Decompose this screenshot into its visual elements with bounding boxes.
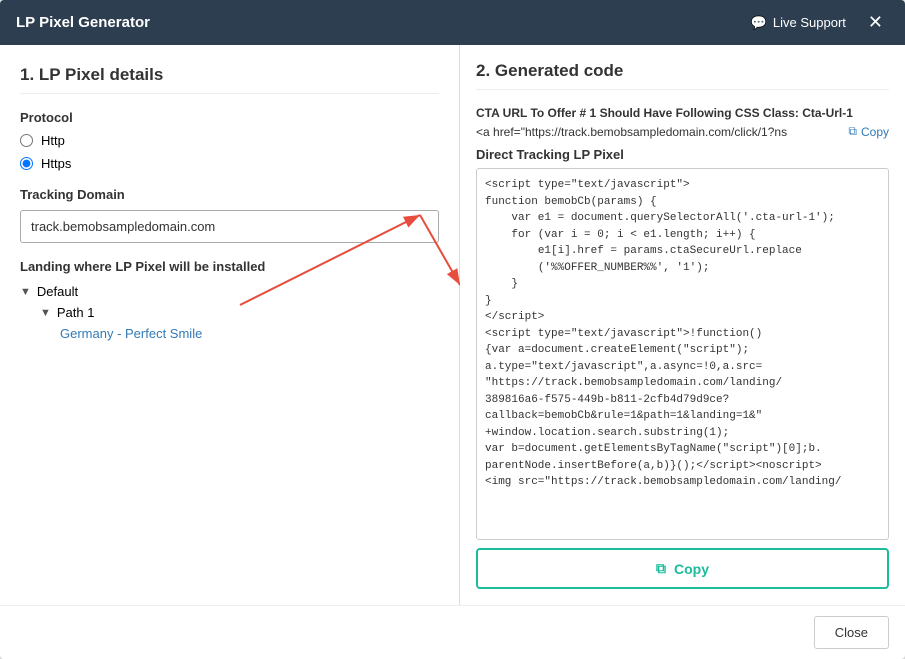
copy-inline-label: Copy	[861, 125, 889, 139]
tracking-domain-input[interactable]	[20, 210, 439, 243]
live-support-label: Live Support	[773, 15, 846, 30]
copy-button[interactable]: ⧉ Copy	[476, 548, 889, 589]
cta-url-label: CTA URL To Offer # 1 Should Have Followi…	[476, 106, 889, 120]
modal-title: LP Pixel Generator	[16, 14, 150, 31]
protocol-radio-group: Http Https	[20, 133, 439, 171]
http-radio-label[interactable]: Http	[20, 133, 439, 148]
path-tree-item: ▼ Path 1	[40, 305, 439, 320]
default-tree-item: ▼ Default	[20, 284, 439, 299]
copy-button-label: Copy	[674, 561, 709, 577]
modal-container: LP Pixel Generator 💬 Live Support ✕ 1. L…	[0, 0, 905, 659]
landing-link[interactable]: Germany - Perfect Smile	[60, 326, 202, 341]
modal-header: LP Pixel Generator 💬 Live Support ✕	[0, 0, 905, 45]
header-right: 💬 Live Support ✕	[751, 10, 889, 35]
copy-inline-icon: ⧉	[848, 124, 857, 139]
cta-url-text: <a href="https://track.bemobsampledomain…	[476, 125, 840, 139]
modal-body: 1. LP Pixel details Protocol Http Https …	[0, 45, 905, 605]
left-panel: 1. LP Pixel details Protocol Http Https …	[0, 45, 460, 605]
protocol-label: Protocol	[20, 110, 439, 125]
code-textarea[interactable]	[476, 168, 889, 540]
path-label: Path 1	[57, 305, 95, 320]
landing-tree-item[interactable]: Germany - Perfect Smile	[60, 326, 439, 341]
path-arrow: ▼	[40, 307, 51, 319]
tracking-domain-label: Tracking Domain	[20, 187, 439, 202]
live-support-button[interactable]: 💬 Live Support	[751, 15, 846, 31]
close-button[interactable]: ✕	[862, 10, 889, 35]
landing-label: Landing where LP Pixel will be installed	[20, 259, 439, 274]
right-section-title: 2. Generated code	[476, 61, 889, 90]
http-radio[interactable]	[20, 134, 33, 147]
close-footer-button[interactable]: Close	[814, 616, 889, 649]
https-radio[interactable]	[20, 157, 33, 170]
default-arrow: ▼	[20, 286, 31, 298]
copy-button-icon: ⧉	[656, 560, 666, 577]
right-panel: 2. Generated code CTA URL To Offer # 1 S…	[460, 45, 905, 605]
https-label: Https	[41, 156, 71, 171]
http-label: Http	[41, 133, 65, 148]
direct-tracking-label: Direct Tracking LP Pixel	[476, 147, 889, 162]
modal-footer: Close	[0, 605, 905, 659]
left-section-title: 1. LP Pixel details	[20, 65, 439, 94]
chat-icon: 💬	[751, 15, 767, 31]
cta-url-row: <a href="https://track.bemobsampledomain…	[476, 124, 889, 139]
https-radio-label[interactable]: Https	[20, 156, 439, 171]
copy-inline-button[interactable]: ⧉ Copy	[848, 124, 889, 139]
default-label: Default	[37, 284, 78, 299]
